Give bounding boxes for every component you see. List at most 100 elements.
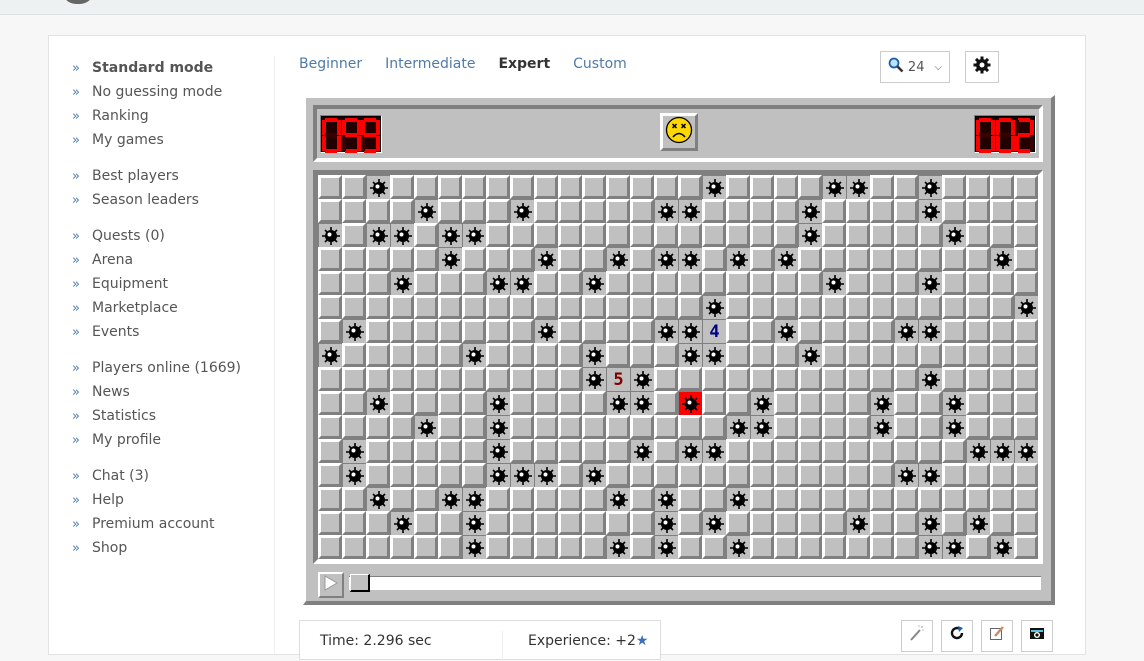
hidden-cell[interactable] [750,367,774,391]
hidden-cell[interactable] [822,199,846,223]
mine-cell[interactable] [654,199,678,223]
hidden-cell[interactable] [534,511,558,535]
hidden-cell[interactable] [630,415,654,439]
hidden-cell[interactable] [942,199,966,223]
hidden-cell[interactable] [654,175,678,199]
mine-cell[interactable] [918,271,942,295]
hidden-cell[interactable] [726,439,750,463]
hidden-cell[interactable] [558,367,582,391]
mine-cell[interactable] [918,535,942,559]
hidden-cell[interactable] [366,463,390,487]
hidden-cell[interactable] [846,535,870,559]
hidden-cell[interactable] [798,487,822,511]
hidden-cell[interactable] [798,247,822,271]
hidden-cell[interactable] [894,175,918,199]
hidden-cell[interactable] [438,439,462,463]
hidden-cell[interactable] [414,223,438,247]
hidden-cell[interactable] [726,223,750,247]
hidden-cell[interactable] [798,295,822,319]
hidden-cell[interactable] [534,343,558,367]
hidden-cell[interactable] [726,367,750,391]
mine-cell[interactable] [414,199,438,223]
mine-cell[interactable] [918,463,942,487]
hidden-cell[interactable] [846,295,870,319]
hidden-cell[interactable] [462,367,486,391]
hidden-cell[interactable] [774,463,798,487]
hidden-cell[interactable] [774,271,798,295]
hidden-cell[interactable] [318,367,342,391]
hidden-cell[interactable] [558,511,582,535]
hidden-cell[interactable] [510,319,534,343]
number-cell[interactable]: 5 [606,367,630,391]
hidden-cell[interactable] [918,295,942,319]
hidden-cell[interactable] [894,367,918,391]
mine-cell[interactable] [678,247,702,271]
hidden-cell[interactable] [438,463,462,487]
hidden-cell[interactable] [438,391,462,415]
hidden-cell[interactable] [342,271,366,295]
hidden-cell[interactable] [486,199,510,223]
tab-custom[interactable]: Custom [573,56,627,76]
hidden-cell[interactable] [534,199,558,223]
hidden-cell[interactable] [750,199,774,223]
hidden-cell[interactable] [966,271,990,295]
hidden-cell[interactable] [966,199,990,223]
hidden-cell[interactable] [822,535,846,559]
hidden-cell[interactable] [990,511,1014,535]
mine-cell[interactable] [798,199,822,223]
hidden-cell[interactable] [510,247,534,271]
hidden-cell[interactable] [534,295,558,319]
mine-cell[interactable] [942,223,966,247]
hidden-cell[interactable] [846,319,870,343]
sidebar-item-premium-account[interactable]: » Premium account [72,512,272,536]
mine-cell[interactable] [366,487,390,511]
sidebar-item-best-players[interactable]: » Best players [72,164,272,188]
hidden-cell[interactable] [390,415,414,439]
hidden-cell[interactable] [486,343,510,367]
hidden-cell[interactable] [486,175,510,199]
replay-track[interactable] [349,576,1041,590]
hidden-cell[interactable] [846,415,870,439]
hidden-cell[interactable] [318,247,342,271]
hidden-cell[interactable] [318,415,342,439]
mine-cell[interactable] [534,247,558,271]
tab-intermediate[interactable]: Intermediate [385,56,475,76]
hidden-cell[interactable] [966,223,990,247]
hidden-cell[interactable] [558,439,582,463]
hidden-cell[interactable] [654,463,678,487]
mine-cell[interactable] [318,343,342,367]
hidden-cell[interactable] [318,295,342,319]
mine-cell[interactable] [918,367,942,391]
hidden-cell[interactable] [462,415,486,439]
hidden-cell[interactable] [582,439,606,463]
hidden-cell[interactable] [390,175,414,199]
hidden-cell[interactable] [774,391,798,415]
hidden-cell[interactable] [606,199,630,223]
hidden-cell[interactable] [1014,391,1038,415]
hidden-cell[interactable] [366,319,390,343]
hidden-cell[interactable] [438,367,462,391]
hidden-cell[interactable] [822,463,846,487]
hidden-cell[interactable] [726,391,750,415]
hidden-cell[interactable] [702,247,726,271]
hidden-cell[interactable] [822,223,846,247]
hidden-cell[interactable] [462,199,486,223]
mine-cell[interactable] [726,415,750,439]
hidden-cell[interactable] [966,247,990,271]
hidden-cell[interactable] [870,535,894,559]
mine-cell[interactable] [726,487,750,511]
hidden-cell[interactable] [870,295,894,319]
hidden-cell[interactable] [390,463,414,487]
hidden-cell[interactable] [990,223,1014,247]
sidebar-item-shop[interactable]: » Shop [72,536,272,560]
mine-cell[interactable] [894,319,918,343]
mine-cell[interactable] [678,343,702,367]
hidden-cell[interactable] [678,511,702,535]
hidden-cell[interactable] [318,391,342,415]
hidden-cell[interactable] [342,487,366,511]
mine-cell[interactable] [750,415,774,439]
hidden-cell[interactable] [630,271,654,295]
hidden-cell[interactable] [390,439,414,463]
mine-cell[interactable] [798,223,822,247]
hidden-cell[interactable] [798,391,822,415]
